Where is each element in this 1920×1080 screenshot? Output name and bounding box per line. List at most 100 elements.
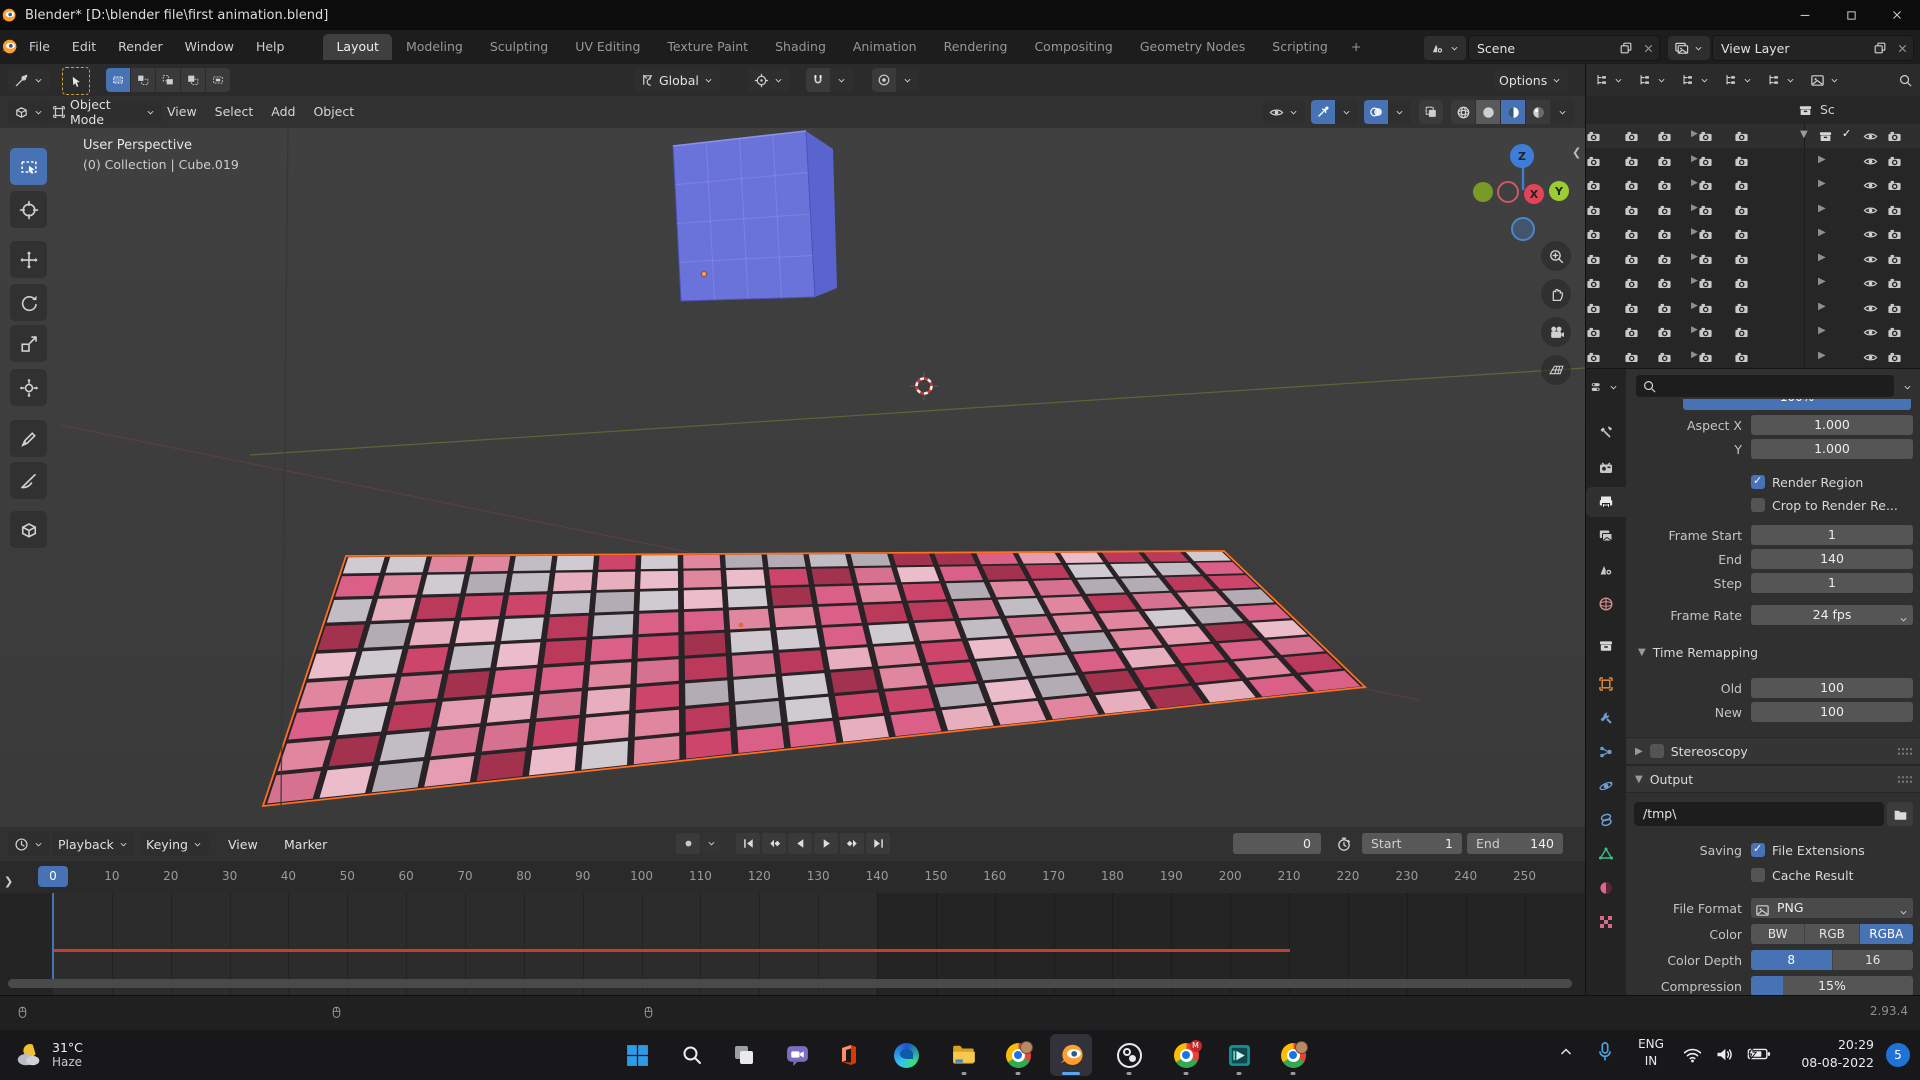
proportional-editing-toggle[interactable] [872,68,896,92]
select-mode-new[interactable] [106,68,130,92]
outliner-row[interactable]: ▶ ▶ [1586,173,1920,197]
tool-cursor[interactable] [10,191,47,228]
properties-tab-render[interactable] [1586,453,1626,483]
remap-new-field[interactable]: 100 [1751,702,1913,722]
properties-tab-output[interactable] [1586,487,1626,517]
unlink-scene-button[interactable] [1637,37,1659,59]
tool-annotate[interactable] [10,420,47,457]
weather-widget[interactable]: 31°C Haze [14,1034,83,1076]
expand-arrow-icon[interactable]: ▶ [1691,227,1698,237]
shading-rendered[interactable] [1526,100,1550,124]
expand-arrow-icon[interactable]: ▶ [1818,178,1826,189]
tab-animation[interactable]: Animation [840,34,930,60]
disable-render-toggle[interactable] [1887,251,1902,267]
time-remapping-header[interactable]: ▼ Time Remapping [1638,641,1758,663]
shading-material-preview[interactable] [1501,100,1525,124]
disable-render-toggle[interactable] [1887,177,1902,193]
file-format-dropdown[interactable]: PNG [1751,898,1913,918]
frame-end-row[interactable]: End 140 [1636,548,1913,570]
properties-options-chevron[interactable] [1902,379,1913,394]
expand-arrow-icon[interactable]: ▶ [1691,154,1698,164]
editor-type-dropdown[interactable] [8,100,50,124]
properties-tab-particles[interactable] [1586,737,1626,767]
hide-viewport-toggle[interactable] [1863,251,1878,267]
frame-step-field[interactable]: 1 [1751,573,1913,593]
volume-icon[interactable] [1714,1044,1735,1068]
properties-search-input[interactable] [1636,375,1894,397]
clock-widget[interactable]: 20:2908-08-2022 [1801,1036,1874,1072]
select-mode-extend[interactable] [131,68,155,92]
panel-drag-grip[interactable] [1897,747,1913,756]
overlays-toggle[interactable] [1364,100,1388,124]
hide-viewport-toggle[interactable] [1863,128,1878,144]
transport-next-keyframe[interactable] [840,833,864,854]
taskbar-app-obs[interactable] [1108,1034,1150,1076]
taskbar-app-explorer[interactable] [943,1034,985,1076]
timeline-menu-playback[interactable]: Playback [52,832,135,856]
resolution-slider-clipped[interactable]: 100% [1683,399,1911,410]
output-section[interactable]: ▼ Output [1626,765,1920,793]
properties-tab-scene[interactable] [1586,555,1626,585]
tool-add-cube[interactable] [10,511,47,548]
menu-help[interactable]: Help [245,35,296,59]
snap-toggle[interactable] [806,68,830,92]
hide-viewport-toggle[interactable] [1863,226,1878,242]
timeline-editor-type-dropdown[interactable] [8,832,50,856]
gizmo-y-negative[interactable] [1473,182,1493,202]
tab-shading[interactable]: Shading [762,34,839,60]
timeline-menu-marker[interactable]: Marker [278,832,333,856]
tab-geometry-nodes[interactable]: Geometry Nodes [1127,34,1258,60]
option-rgba[interactable]: RGBA [1860,924,1913,944]
scene-browse-button[interactable] [1424,36,1466,60]
properties-tab-modifiers[interactable] [1586,703,1626,733]
viewport-3d[interactable]: User Perspective (0) Collection | Cube.0… [0,128,1585,827]
region-collapse-arrow[interactable]: ❮ [1572,146,1581,159]
view-layer-browse-button[interactable] [1668,36,1710,60]
nav-zoom-button[interactable] [1541,241,1571,271]
expand-arrow-icon[interactable]: ▶ [1818,325,1826,336]
outliner-row[interactable]: ▶ ▶ [1586,222,1920,246]
playhead-line[interactable] [52,893,54,979]
select-mode-intersect[interactable] [206,68,230,92]
maximize-button[interactable] [1828,0,1874,30]
view-layer-name-field[interactable]: View Layer [1712,35,1914,61]
taskbar-app-search[interactable] [671,1034,713,1076]
output-path-field[interactable]: /tmp\ [1634,802,1884,826]
disable-render-toggle[interactable] [1887,349,1902,365]
remap-new-row[interactable]: New 100 [1636,701,1913,723]
outliner-display-mode-4[interactable] [1721,68,1756,92]
frame-start-field[interactable]: 1 [1751,525,1913,545]
menu-window[interactable]: Window [174,35,245,59]
nav-ortho-grid-button[interactable] [1541,355,1571,385]
tool-measure[interactable] [10,462,47,499]
transport-prev-keyframe[interactable] [762,833,786,854]
compression-row[interactable]: Compression 15% [1636,975,1913,996]
file-format-row[interactable]: File Format PNG [1636,897,1913,919]
xray-toggle[interactable] [1419,100,1443,124]
outliner-row[interactable]: ▶ ▶ [1586,149,1920,173]
shading-wireframe[interactable] [1451,100,1475,124]
aspect-y-field[interactable]: 1.000 [1751,439,1913,459]
viewport-menu-add[interactable]: Add [262,99,304,125]
pivot-point-dropdown[interactable] [748,68,790,92]
language-indicator[interactable]: ENGIN [1634,1036,1668,1071]
tool-transform[interactable] [10,369,47,406]
frame-end-field[interactable]: 140 [1751,549,1913,569]
cache-result-checkbox[interactable] [1751,868,1765,882]
selectability-dropdown[interactable] [1263,100,1305,124]
remove-view-layer-button[interactable] [1891,37,1913,59]
outliner[interactable]: Sc ▶ ▼ ▶ ▶ ▶ [1585,96,1920,368]
taskbar-app-chrome-1[interactable] [997,1034,1039,1076]
new-view-layer-button[interactable] [1869,37,1891,59]
tab-sculpting[interactable]: Sculpting [477,34,561,60]
aspect-y-row[interactable]: Y 1.000 [1636,438,1913,460]
playhead-frame-badge[interactable]: 0 [38,866,68,887]
outliner-row[interactable]: ▶ ▶ [1586,296,1920,320]
gizmo-y-axis[interactable]: Y [1549,181,1569,201]
outliner-row[interactable]: ▶ ▼ [1586,124,1920,148]
outliner-display-mode-1[interactable] [1592,68,1627,92]
shading-solid[interactable] [1476,100,1500,124]
options-dropdown[interactable]: Options [1493,68,1568,92]
hide-viewport-toggle[interactable] [1863,177,1878,193]
properties-tab-physics[interactable] [1586,771,1626,801]
